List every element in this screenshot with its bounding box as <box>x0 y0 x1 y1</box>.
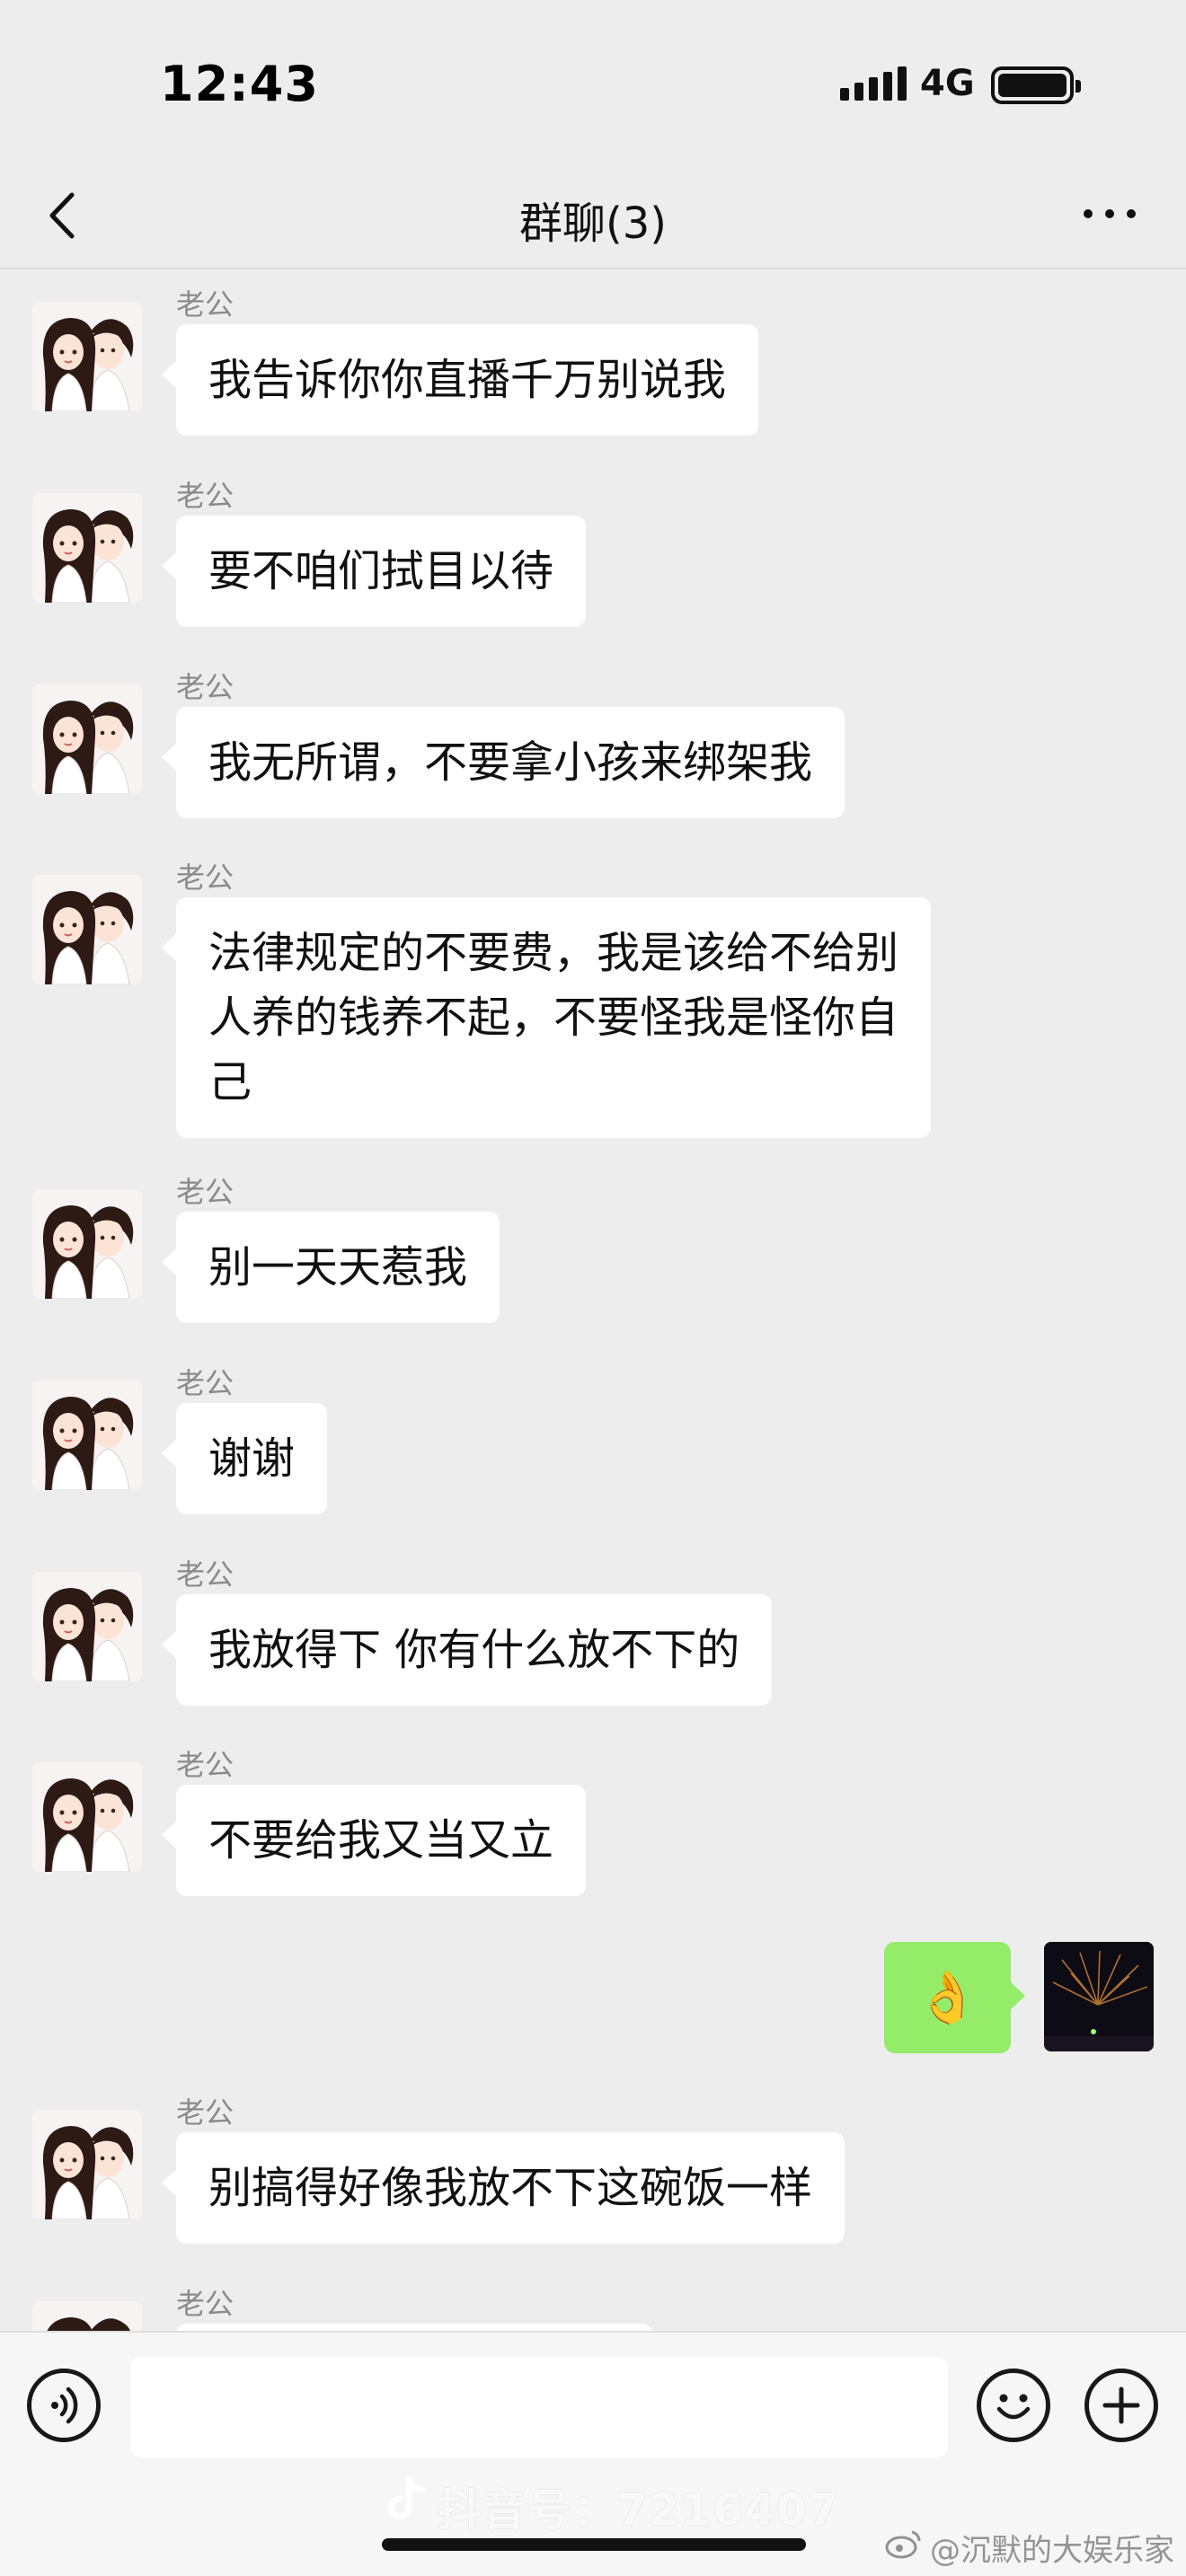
sender-name: 老公 <box>176 1748 235 1782</box>
avatar[interactable] <box>32 1572 142 1681</box>
sender-name: 老公 <box>176 860 235 895</box>
message-bubble[interactable]: 不要给我又当又立 <box>161 1785 587 1896</box>
avatar[interactable] <box>32 1381 142 1490</box>
weibo-logo-icon <box>885 2528 923 2567</box>
avatar[interactable] <box>32 1189 142 1299</box>
emoji-icon[interactable] <box>977 2369 1050 2442</box>
chat-message-list[interactable]: 老公 我告诉你你直播千万别说我 老公 要不咱们拭目以待 老公 我无所谓，不要拿小… <box>0 269 1186 2331</box>
sender-name: 老公 <box>176 2095 235 2130</box>
message-bubble[interactable]: 我告诉你你直播千万别说我 <box>161 324 759 436</box>
message-bubble[interactable]: 我放得下 你有什么放不下的 <box>161 1594 773 1706</box>
sender-name: 老公 <box>176 287 235 322</box>
avatar[interactable] <box>32 875 142 984</box>
douyin-id: 抖音号：7216407 <box>438 2485 840 2536</box>
avatar[interactable] <box>32 2110 142 2219</box>
weibo-watermark: @沉默的大娱乐家 <box>885 2526 1174 2570</box>
voice-icon[interactable] <box>27 2369 101 2442</box>
douyin-watermark: 抖音号：7216407 <box>382 2475 840 2537</box>
message-bubble[interactable]: 我无所谓，不要拿小孩来绑架我 <box>161 707 845 818</box>
avatar[interactable] <box>32 302 142 411</box>
message-input[interactable] <box>130 2357 948 2457</box>
avatar-mine[interactable] <box>1044 1942 1154 2051</box>
page-title: 群聊(3) <box>519 198 667 249</box>
plus-icon[interactable] <box>1084 2369 1158 2442</box>
home-indicator[interactable] <box>382 2538 806 2551</box>
avatar[interactable] <box>32 684 142 794</box>
sender-name: 老公 <box>176 1366 235 1400</box>
signal-icon <box>840 66 907 101</box>
avatar[interactable] <box>32 493 142 603</box>
message-bubble[interactable]: 要不咱们拭目以待 <box>161 516 587 627</box>
message-bubble[interactable] <box>176 2324 652 2331</box>
sender-name: 老公 <box>176 1557 235 1592</box>
sender-name: 老公 <box>176 2287 235 2321</box>
status-time: 12:43 <box>160 56 319 112</box>
status-bar: 12:43 4G <box>0 0 1186 166</box>
battery-icon <box>991 66 1081 104</box>
nav-bar: 群聊(3) <box>0 166 1186 269</box>
sender-name: 老公 <box>176 479 235 513</box>
weibo-handle: @沉默的大娱乐家 <box>930 2533 1174 2569</box>
message-bubble[interactable]: 谢谢 <box>161 1403 328 1514</box>
more-dots-icon[interactable] <box>1078 200 1141 227</box>
message-bubble[interactable]: 别搞得好像我放不下这碗饭一样 <box>161 2132 845 2244</box>
message-bubble-mine[interactable]: 👌 <box>884 1942 1025 2053</box>
douyin-logo-icon <box>382 2475 429 2536</box>
sender-name: 老公 <box>176 1175 235 1209</box>
avatar[interactable] <box>32 2301 142 2331</box>
network-type: 4G <box>920 63 975 104</box>
sender-name: 老公 <box>176 670 235 704</box>
avatar[interactable] <box>32 1762 142 1872</box>
message-bubble[interactable]: 别一天天惹我 <box>161 1212 500 1323</box>
message-bubble[interactable]: 法律规定的不要费，我是该给不给别 人养的钱养不起，不要怪我是怪你自 己 <box>161 897 932 1138</box>
